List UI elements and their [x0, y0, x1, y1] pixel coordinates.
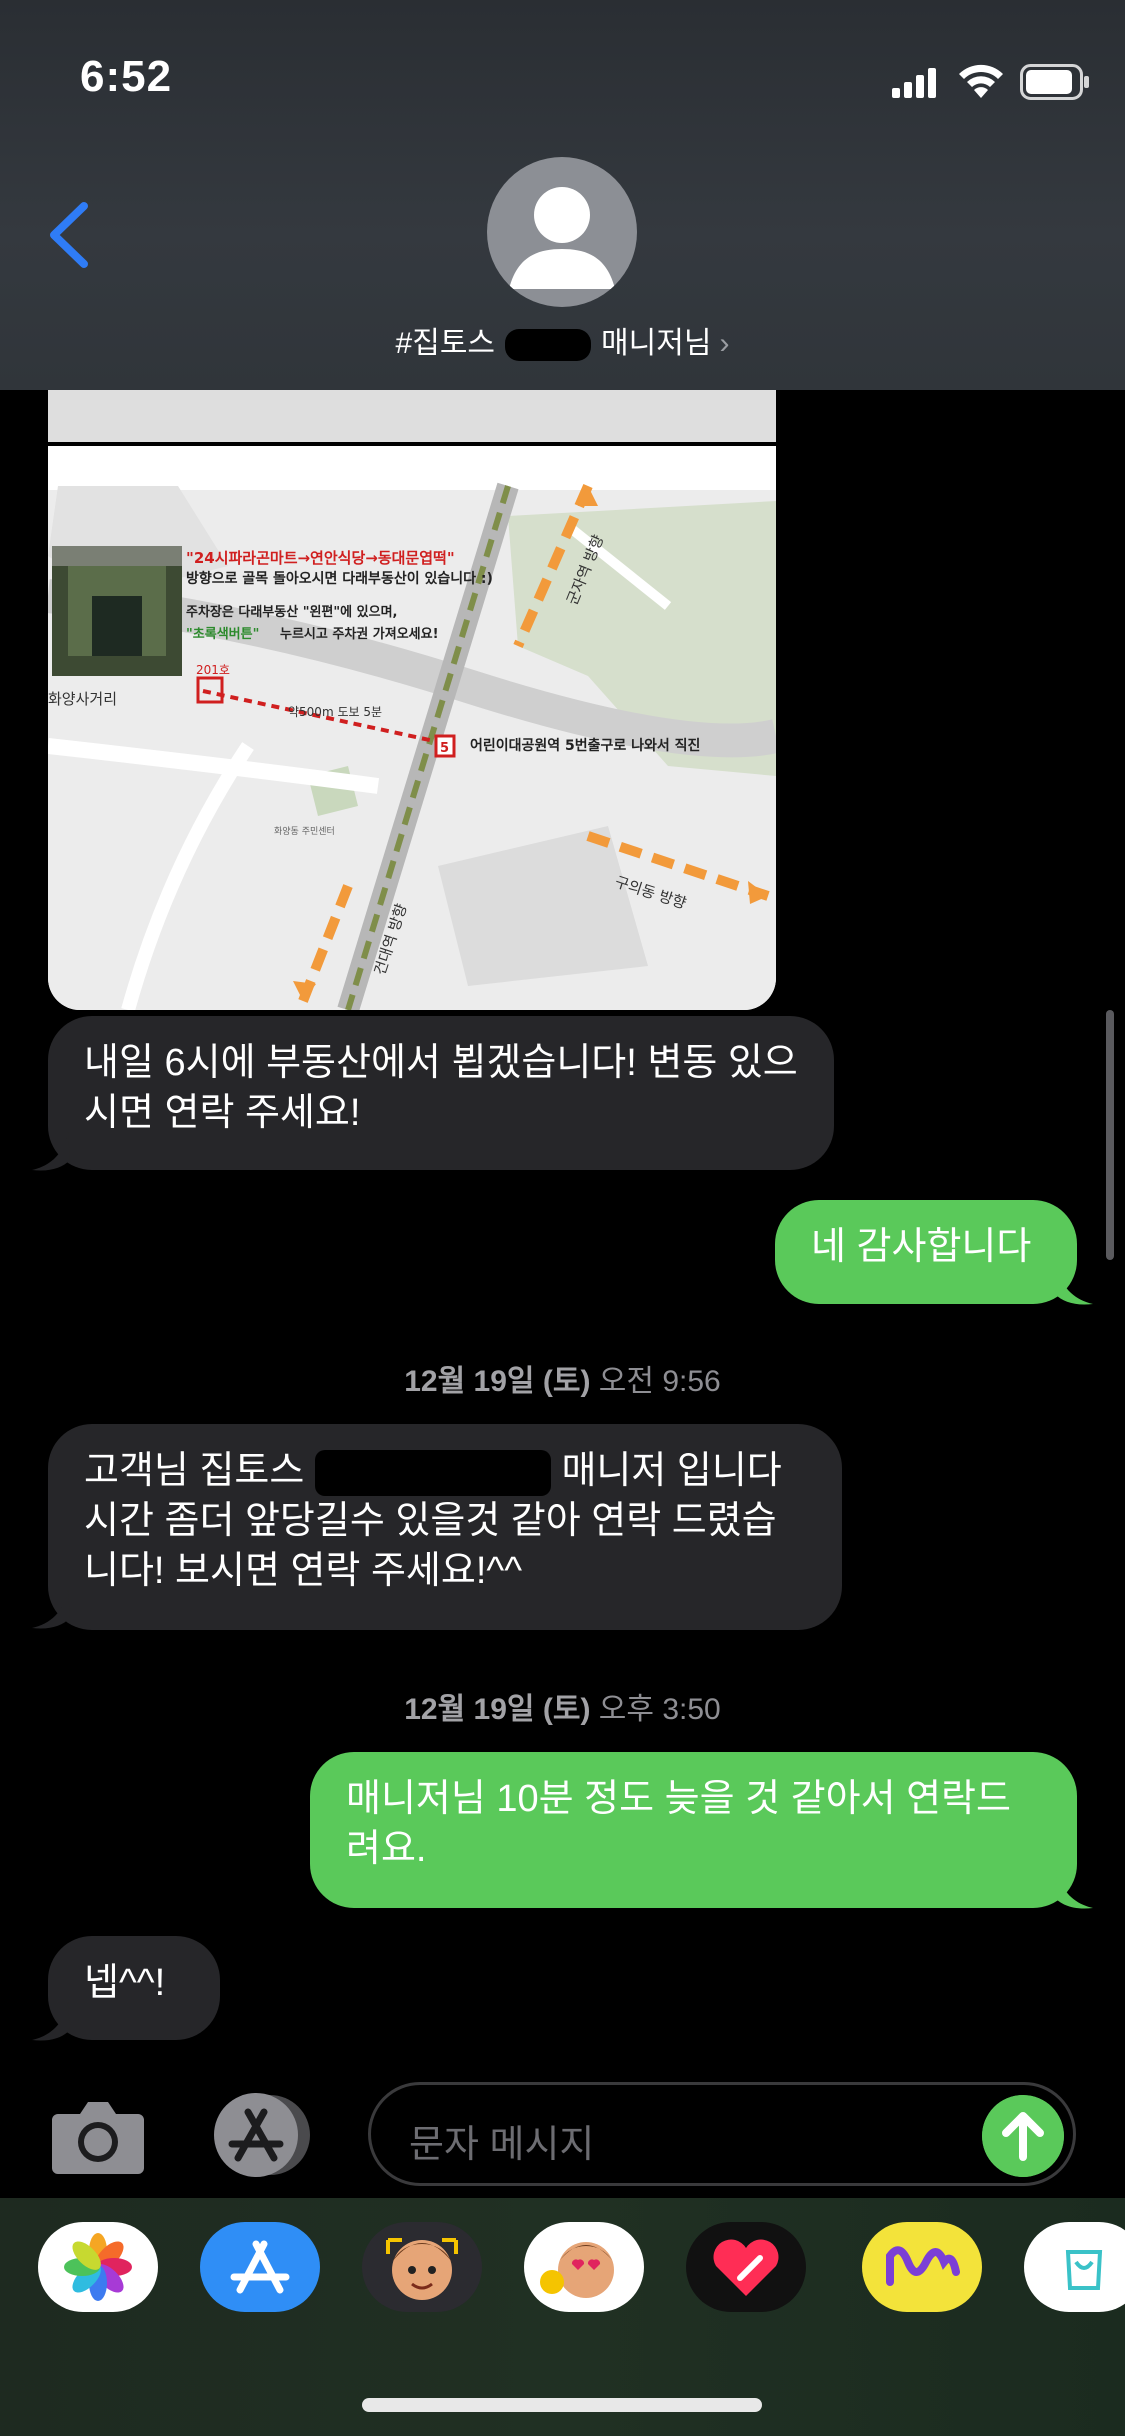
memoji-app-icon[interactable]	[362, 2222, 482, 2312]
map-exit-marker: 5	[440, 741, 449, 756]
map-exit-label: 어린이대공원역 5번출구로 나와서 직진	[470, 737, 700, 754]
bubble-tail	[32, 1590, 70, 1629]
cellular-signal-icon	[892, 68, 936, 98]
received-message-bubble[interactable]: 내일 6시에 부동산에서 뵙겠습니다! 변동 있으시면 연락 주세요!	[48, 1016, 834, 1170]
back-chevron-icon[interactable]	[44, 200, 94, 270]
map-image-attachment[interactable]: "24시파라곤마트→연안식당→동대문엽떡" 방향으로 골목 돌아오시면 다래부동…	[48, 446, 776, 1010]
scrollbar[interactable]	[1106, 1010, 1114, 1260]
timestamp-time: 오후 3:50	[598, 1693, 721, 1726]
received-message-bubble[interactable]: 넵^^!	[48, 1936, 220, 2040]
bubble-tail	[1055, 1870, 1093, 1909]
redaction-mark	[314, 1449, 551, 1496]
map-intersection-label: 화양사거리	[48, 690, 117, 708]
message-input[interactable]: 문자 메시지	[368, 2082, 1076, 2186]
timestamp-time: 오전 9:56	[598, 1365, 721, 1398]
photos-app-icon[interactable]	[38, 2222, 158, 2312]
redaction-mark	[505, 329, 592, 362]
sent-message-bubble[interactable]: 매니저님 10분 정도 늦을 것 같아서 연락드려요.	[310, 1752, 1077, 1908]
wifi-icon	[959, 64, 1003, 98]
message-text: 내일 6시에 부동산에서 뵙겠습니다! 변동 있으시면 연락 주세요!	[84, 1042, 798, 1134]
store-app-icon[interactable]	[1024, 2222, 1125, 2312]
status-time: 6:52	[80, 52, 173, 101]
map-parking-line2-b: 누르시고 주차권 가져오세요!	[280, 626, 439, 642]
timestamp: 12월 19일 (토) 오후 3:50	[0, 1684, 1125, 1728]
map-graphic: "24시파라곤마트→연안식당→동대문엽떡" 방향으로 골목 돌아오시면 다래부동…	[48, 446, 776, 1010]
app-store-button[interactable]	[208, 2090, 318, 2180]
message-text: 매니저님 10분 정도 늦을 것 같아서 연락드려요.	[346, 1778, 1011, 1870]
music-app-icon[interactable]	[862, 2222, 982, 2312]
image-attachment-top[interactable]	[48, 390, 776, 442]
map-parking-line2-a: "초록색버튼"	[186, 626, 259, 642]
received-message-bubble[interactable]: 고객님 집토스 매니저 입니다 시간 좀더 앞당길수 있을것 같아 연락 드렸습…	[48, 1424, 842, 1630]
chevron-right-icon: ›	[719, 327, 730, 360]
message-text: 넵^^!	[84, 1962, 166, 2004]
contact-name-suffix: 매니저님	[601, 327, 712, 360]
bubble-tail	[32, 1132, 70, 1171]
map-unit-label: 201호	[196, 663, 230, 677]
app-store-app-icon[interactable]	[200, 2222, 320, 2312]
memoji-stickers-app-icon[interactable]	[524, 2222, 644, 2312]
person-silhouette-icon	[509, 187, 615, 289]
timestamp-day: 12월 19일 (토)	[404, 1365, 591, 1398]
message-text-start: 고객님 집토스	[84, 1450, 305, 1492]
message-input-placeholder: 문자 메시지	[409, 2124, 595, 2166]
timestamp-day: 12월 19일 (토)	[404, 1693, 591, 1726]
timestamp: 12월 19일 (토) 오전 9:56	[0, 1356, 1125, 1400]
battery-icon	[1020, 64, 1089, 100]
map-route-line1: "24시파라곤마트→연안식당→동대문엽떡"	[186, 549, 455, 567]
map-walk-label: 약500m 도보 5분	[288, 704, 382, 719]
digital-touch-app-icon[interactable]	[686, 2222, 806, 2312]
contact-name[interactable]: #집토스 매니저님 ›	[0, 318, 1125, 362]
sent-message-bubble[interactable]: 네 감사합니다	[775, 1200, 1077, 1304]
camera-icon[interactable]	[50, 2096, 146, 2176]
message-text: 네 감사합니다	[811, 1226, 1032, 1268]
send-button[interactable]	[982, 2095, 1064, 2177]
home-indicator[interactable]	[362, 2398, 762, 2412]
bubble-tail	[32, 2002, 70, 2041]
contact-name-prefix: #집토스	[395, 327, 496, 360]
bubble-tail	[1055, 1266, 1093, 1305]
map-route-line2: 방향으로 골목 돌아오시면 다래부동산이 있습니다 :)	[186, 570, 493, 587]
contact-avatar[interactable]	[487, 157, 637, 307]
map-center-label: 화양동 주민센터	[274, 826, 335, 837]
map-parking-line1: 주차장은 다래부동산 "왼편"에 있으며,	[186, 604, 397, 620]
